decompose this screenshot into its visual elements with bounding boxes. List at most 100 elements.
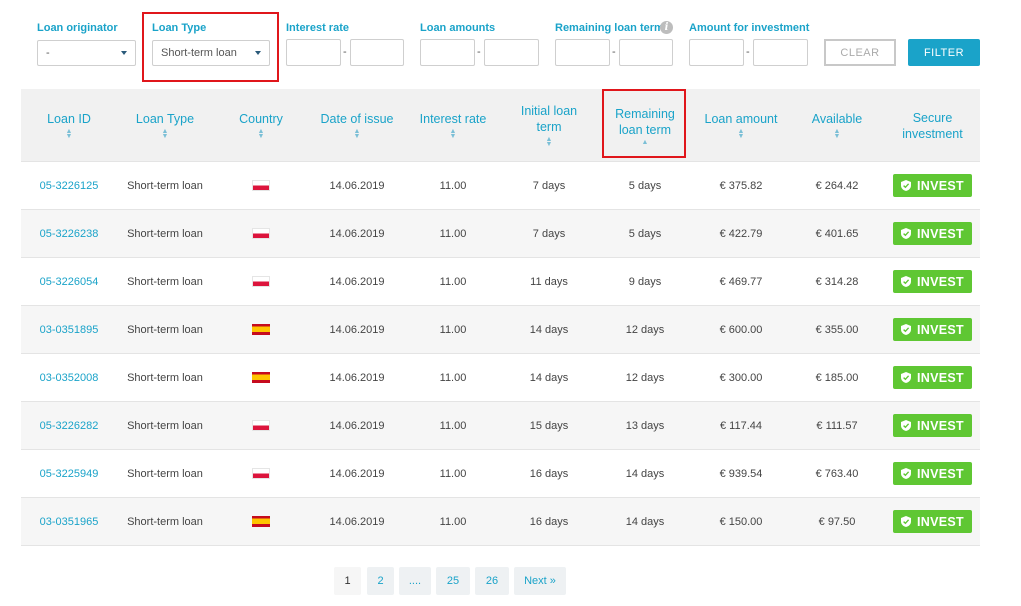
interest-rate-cell: 11.00 [439,371,467,384]
sort-icon: ▲ ▼ [353,128,361,140]
available-cell: € 314.28 [815,275,859,288]
page-1[interactable]: 1 [334,567,361,595]
available-cell: € 185.00 [815,371,859,384]
loan-type-select[interactable]: Short-term loan [152,40,270,66]
column-header-available[interactable]: Available ▲ ▼ [789,89,885,162]
shield-check-icon [901,276,912,287]
date-of-issue-cell: 14.06.2019 [329,275,385,288]
secure-investment-cell: INVEST [885,498,980,545]
remaining-term-cell: 13 days [625,419,665,432]
interest-rate-cell: 11.00 [439,467,467,480]
amount-investment-to-input[interactable] [753,39,808,66]
filter-button[interactable]: FILTER [908,39,980,66]
loan-id-link[interactable]: 05-3225949 [21,450,117,497]
interest-rate-cell: 11.00 [439,227,467,240]
secure-investment-cell: INVEST [885,450,980,497]
available-cell: € 401.65 [815,227,859,240]
sort-icon: ▲ ▼ [737,128,745,140]
available-cell: € 264.42 [815,179,859,192]
column-header-loan-id[interactable]: Loan ID ▲ ▼ [21,89,117,162]
loan-originator-label: Loan originator [37,22,118,34]
interest-rate-to-input[interactable] [350,39,404,66]
invest-button[interactable]: INVEST [893,462,972,485]
loan-id-link[interactable]: 05-3226125 [21,162,117,209]
date-of-issue-cell: 14.06.2019 [329,227,385,240]
sort-ascending-icon: ▲ [641,138,649,146]
loan-amount-cell: € 422.79 [719,227,763,240]
invest-button[interactable]: INVEST [893,414,972,437]
column-header-loan-amount[interactable]: Loan amount ▲ ▼ [693,89,789,162]
secure-investment-cell: INVEST [885,354,980,401]
table-row: 05-3225949 Short-term loan 14.06.2019 11… [21,450,980,498]
range-dash: - [343,46,347,58]
column-header-remaining-term[interactable]: Remaining loan term ▲ [597,89,693,162]
shield-check-icon [901,180,912,191]
header-label: term [536,120,562,134]
invest-button[interactable]: INVEST [893,270,972,293]
loan-id-link[interactable]: 03-0351895 [21,306,117,353]
interest-rate-from-input[interactable] [286,39,341,66]
header-label: Date of issue [320,112,394,126]
column-header-date-of-issue[interactable]: Date of issue ▲ ▼ [309,89,405,162]
loan-id-link[interactable]: 05-3226282 [21,402,117,449]
info-icon[interactable]: i [660,21,673,34]
interest-rate-cell: 11.00 [439,323,467,336]
loan-id-link[interactable]: 03-0352008 [21,354,117,401]
initial-term-cell: 7 days [532,227,566,240]
country-cell [213,498,309,545]
amount-investment-from-input[interactable] [689,39,744,66]
loan-amounts-to-input[interactable] [484,39,539,66]
interest-rate-cell: 11.00 [439,275,467,288]
header-label: Country [239,112,283,126]
loan-amounts-from-input[interactable] [420,39,475,66]
secure-investment-cell: INVEST [885,162,980,209]
interest-rate-cell: 11.00 [439,179,467,192]
column-header-interest-rate[interactable]: Interest rate ▲ ▼ [405,89,501,162]
page-26[interactable]: 26 [475,567,509,595]
initial-term-cell: 16 days [529,515,569,528]
country-cell [213,306,309,353]
remaining-term-cell: 9 days [628,275,662,288]
remaining-term-to-input[interactable] [619,39,673,66]
loan-originator-select[interactable]: - [37,40,136,66]
loan-amount-cell: € 939.54 [719,467,763,480]
sort-icon: ▲ ▼ [65,128,73,140]
clear-button[interactable]: CLEAR [824,39,896,66]
remaining-term-from-input[interactable] [555,39,610,66]
poland-flag-icon [252,420,270,431]
invest-button[interactable]: INVEST [893,174,972,197]
next-page-link[interactable]: Next » [514,567,566,595]
invest-button[interactable]: INVEST [893,318,972,341]
shield-check-icon [901,324,912,335]
poland-flag-icon [252,228,270,239]
invest-button[interactable]: INVEST [893,366,972,389]
loan-amount-cell: € 600.00 [719,323,763,336]
loan-type-label: Loan Type [152,22,207,34]
column-header-country[interactable]: Country ▲ ▼ [213,89,309,162]
shield-check-icon [901,228,912,239]
page-2[interactable]: 2 [367,567,394,595]
column-header-loan-type[interactable]: Loan Type ▲ ▼ [117,89,213,162]
loan-id-link[interactable]: 03-0351965 [21,498,117,545]
loans-table: Loan ID ▲ ▼ Loan Type ▲ ▼ Country ▲ ▼ Date … [21,89,980,546]
loan-id-link[interactable]: 05-3226238 [21,210,117,257]
loan-id-link[interactable]: 05-3226054 [21,258,117,305]
table-header: Loan ID ▲ ▼ Loan Type ▲ ▼ Country ▲ ▼ Date … [21,89,980,162]
invest-button[interactable]: INVEST [893,510,972,533]
loan-type-cell: Short-term loan [127,515,203,528]
column-header-initial-term[interactable]: Initial loan term ▲ ▼ [501,89,597,162]
table-body: 05-3226125 Short-term loan 14.06.2019 11… [21,162,980,546]
sort-icon: ▲ ▼ [833,128,841,140]
date-of-issue-cell: 14.06.2019 [329,371,385,384]
loan-amount-cell: € 117.44 [719,419,762,432]
loan-amounts-label: Loan amounts [420,22,496,34]
initial-term-cell: 11 days [530,275,568,288]
amount-investment-label: Amount for investment [689,22,810,34]
remaining-term-cell: 5 days [628,179,662,192]
sort-icon: ▲ ▼ [161,128,169,140]
page-25[interactable]: 25 [436,567,470,595]
spain-flag-icon [252,324,270,335]
filter-bar: Loan originator - Loan Type Short-term l… [0,0,1021,90]
loan-type-cell: Short-term loan [127,275,203,288]
invest-button[interactable]: INVEST [893,222,972,245]
